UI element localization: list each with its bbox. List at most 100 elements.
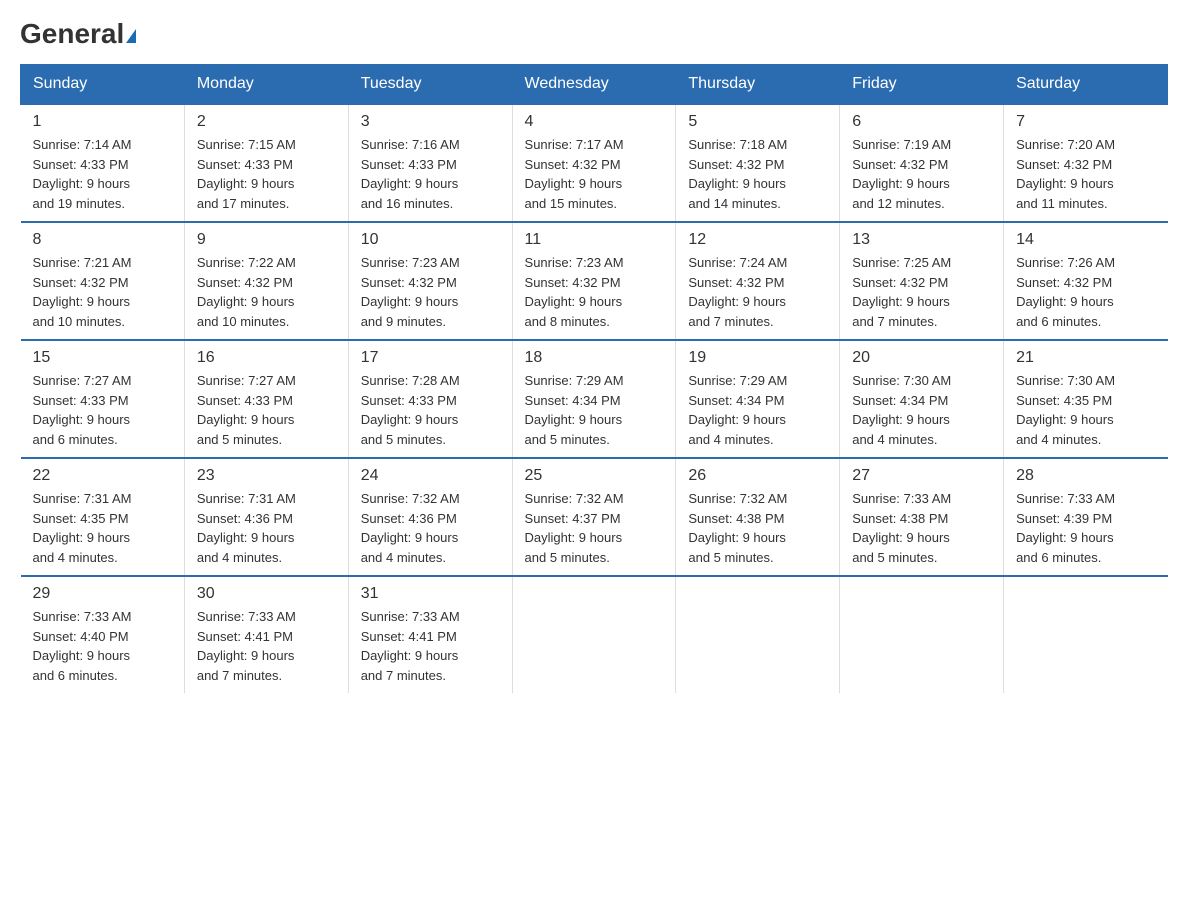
day-info: Sunrise: 7:22 AMSunset: 4:32 PMDaylight:… [197, 253, 336, 331]
calendar-cell: 14 Sunrise: 7:26 AMSunset: 4:32 PMDaylig… [1004, 222, 1168, 340]
header-tuesday: Tuesday [348, 65, 512, 105]
day-info: Sunrise: 7:27 AMSunset: 4:33 PMDaylight:… [33, 371, 172, 449]
day-number: 29 [33, 585, 172, 603]
day-number: 17 [361, 349, 500, 367]
calendar-cell: 26 Sunrise: 7:32 AMSunset: 4:38 PMDaylig… [676, 458, 840, 576]
day-number: 6 [852, 113, 991, 131]
day-number: 24 [361, 467, 500, 485]
calendar-cell: 27 Sunrise: 7:33 AMSunset: 4:38 PMDaylig… [840, 458, 1004, 576]
calendar-cell [1004, 576, 1168, 693]
calendar-cell: 12 Sunrise: 7:24 AMSunset: 4:32 PMDaylig… [676, 222, 840, 340]
day-info: Sunrise: 7:26 AMSunset: 4:32 PMDaylight:… [1016, 253, 1155, 331]
day-number: 23 [197, 467, 336, 485]
calendar-cell: 7 Sunrise: 7:20 AMSunset: 4:32 PMDayligh… [1004, 104, 1168, 222]
day-info: Sunrise: 7:28 AMSunset: 4:33 PMDaylight:… [361, 371, 500, 449]
day-info: Sunrise: 7:21 AMSunset: 4:32 PMDaylight:… [33, 253, 172, 331]
logo: General [20, 20, 136, 44]
day-info: Sunrise: 7:24 AMSunset: 4:32 PMDaylight:… [688, 253, 827, 331]
day-info: Sunrise: 7:32 AMSunset: 4:38 PMDaylight:… [688, 489, 827, 567]
day-number: 12 [688, 231, 827, 249]
calendar-cell: 1 Sunrise: 7:14 AMSunset: 4:33 PMDayligh… [21, 104, 185, 222]
calendar-cell: 6 Sunrise: 7:19 AMSunset: 4:32 PMDayligh… [840, 104, 1004, 222]
day-info: Sunrise: 7:17 AMSunset: 4:32 PMDaylight:… [525, 135, 664, 213]
day-info: Sunrise: 7:33 AMSunset: 4:41 PMDaylight:… [361, 607, 500, 685]
day-info: Sunrise: 7:33 AMSunset: 4:41 PMDaylight:… [197, 607, 336, 685]
day-info: Sunrise: 7:30 AMSunset: 4:35 PMDaylight:… [1016, 371, 1155, 449]
calendar-week-row: 22 Sunrise: 7:31 AMSunset: 4:35 PMDaylig… [21, 458, 1168, 576]
day-info: Sunrise: 7:30 AMSunset: 4:34 PMDaylight:… [852, 371, 991, 449]
day-number: 9 [197, 231, 336, 249]
day-number: 4 [525, 113, 664, 131]
day-info: Sunrise: 7:20 AMSunset: 4:32 PMDaylight:… [1016, 135, 1155, 213]
calendar-cell: 10 Sunrise: 7:23 AMSunset: 4:32 PMDaylig… [348, 222, 512, 340]
day-info: Sunrise: 7:18 AMSunset: 4:32 PMDaylight:… [688, 135, 827, 213]
day-number: 5 [688, 113, 827, 131]
day-info: Sunrise: 7:19 AMSunset: 4:32 PMDaylight:… [852, 135, 991, 213]
header-sunday: Sunday [21, 65, 185, 105]
calendar-cell: 19 Sunrise: 7:29 AMSunset: 4:34 PMDaylig… [676, 340, 840, 458]
day-number: 31 [361, 585, 500, 603]
day-number: 18 [525, 349, 664, 367]
header-wednesday: Wednesday [512, 65, 676, 105]
day-number: 16 [197, 349, 336, 367]
calendar-cell: 4 Sunrise: 7:17 AMSunset: 4:32 PMDayligh… [512, 104, 676, 222]
day-number: 3 [361, 113, 500, 131]
calendar-cell: 25 Sunrise: 7:32 AMSunset: 4:37 PMDaylig… [512, 458, 676, 576]
day-info: Sunrise: 7:29 AMSunset: 4:34 PMDaylight:… [688, 371, 827, 449]
day-number: 14 [1016, 231, 1155, 249]
day-number: 7 [1016, 113, 1155, 131]
day-number: 2 [197, 113, 336, 131]
calendar-cell: 21 Sunrise: 7:30 AMSunset: 4:35 PMDaylig… [1004, 340, 1168, 458]
logo-general: General [20, 20, 136, 48]
calendar-cell: 9 Sunrise: 7:22 AMSunset: 4:32 PMDayligh… [184, 222, 348, 340]
day-info: Sunrise: 7:31 AMSunset: 4:35 PMDaylight:… [33, 489, 172, 567]
header-saturday: Saturday [1004, 65, 1168, 105]
calendar-cell: 28 Sunrise: 7:33 AMSunset: 4:39 PMDaylig… [1004, 458, 1168, 576]
calendar-week-row: 8 Sunrise: 7:21 AMSunset: 4:32 PMDayligh… [21, 222, 1168, 340]
day-info: Sunrise: 7:25 AMSunset: 4:32 PMDaylight:… [852, 253, 991, 331]
calendar-cell: 20 Sunrise: 7:30 AMSunset: 4:34 PMDaylig… [840, 340, 1004, 458]
day-info: Sunrise: 7:33 AMSunset: 4:39 PMDaylight:… [1016, 489, 1155, 567]
day-number: 21 [1016, 349, 1155, 367]
day-info: Sunrise: 7:33 AMSunset: 4:38 PMDaylight:… [852, 489, 991, 567]
day-number: 13 [852, 231, 991, 249]
day-number: 10 [361, 231, 500, 249]
day-number: 1 [33, 113, 172, 131]
header-thursday: Thursday [676, 65, 840, 105]
calendar-week-row: 15 Sunrise: 7:27 AMSunset: 4:33 PMDaylig… [21, 340, 1168, 458]
calendar-cell: 22 Sunrise: 7:31 AMSunset: 4:35 PMDaylig… [21, 458, 185, 576]
day-info: Sunrise: 7:32 AMSunset: 4:37 PMDaylight:… [525, 489, 664, 567]
day-number: 26 [688, 467, 827, 485]
calendar-cell: 17 Sunrise: 7:28 AMSunset: 4:33 PMDaylig… [348, 340, 512, 458]
calendar-cell: 15 Sunrise: 7:27 AMSunset: 4:33 PMDaylig… [21, 340, 185, 458]
calendar-cell: 23 Sunrise: 7:31 AMSunset: 4:36 PMDaylig… [184, 458, 348, 576]
calendar-cell: 13 Sunrise: 7:25 AMSunset: 4:32 PMDaylig… [840, 222, 1004, 340]
day-number: 30 [197, 585, 336, 603]
calendar-cell: 3 Sunrise: 7:16 AMSunset: 4:33 PMDayligh… [348, 104, 512, 222]
day-info: Sunrise: 7:27 AMSunset: 4:33 PMDaylight:… [197, 371, 336, 449]
calendar-cell: 18 Sunrise: 7:29 AMSunset: 4:34 PMDaylig… [512, 340, 676, 458]
day-number: 25 [525, 467, 664, 485]
day-number: 8 [33, 231, 172, 249]
day-info: Sunrise: 7:14 AMSunset: 4:33 PMDaylight:… [33, 135, 172, 213]
calendar-week-row: 1 Sunrise: 7:14 AMSunset: 4:33 PMDayligh… [21, 104, 1168, 222]
page-header: General [20, 20, 1168, 44]
day-info: Sunrise: 7:16 AMSunset: 4:33 PMDaylight:… [361, 135, 500, 213]
calendar-cell: 5 Sunrise: 7:18 AMSunset: 4:32 PMDayligh… [676, 104, 840, 222]
day-info: Sunrise: 7:31 AMSunset: 4:36 PMDaylight:… [197, 489, 336, 567]
calendar-header-row: SundayMondayTuesdayWednesdayThursdayFrid… [21, 65, 1168, 105]
day-info: Sunrise: 7:32 AMSunset: 4:36 PMDaylight:… [361, 489, 500, 567]
calendar-cell: 29 Sunrise: 7:33 AMSunset: 4:40 PMDaylig… [21, 576, 185, 693]
day-number: 15 [33, 349, 172, 367]
calendar-week-row: 29 Sunrise: 7:33 AMSunset: 4:40 PMDaylig… [21, 576, 1168, 693]
calendar-table: SundayMondayTuesdayWednesdayThursdayFrid… [20, 64, 1168, 693]
header-friday: Friday [840, 65, 1004, 105]
day-number: 28 [1016, 467, 1155, 485]
calendar-cell: 24 Sunrise: 7:32 AMSunset: 4:36 PMDaylig… [348, 458, 512, 576]
calendar-cell: 8 Sunrise: 7:21 AMSunset: 4:32 PMDayligh… [21, 222, 185, 340]
day-info: Sunrise: 7:29 AMSunset: 4:34 PMDaylight:… [525, 371, 664, 449]
calendar-cell: 11 Sunrise: 7:23 AMSunset: 4:32 PMDaylig… [512, 222, 676, 340]
calendar-cell [512, 576, 676, 693]
day-number: 20 [852, 349, 991, 367]
day-number: 27 [852, 467, 991, 485]
